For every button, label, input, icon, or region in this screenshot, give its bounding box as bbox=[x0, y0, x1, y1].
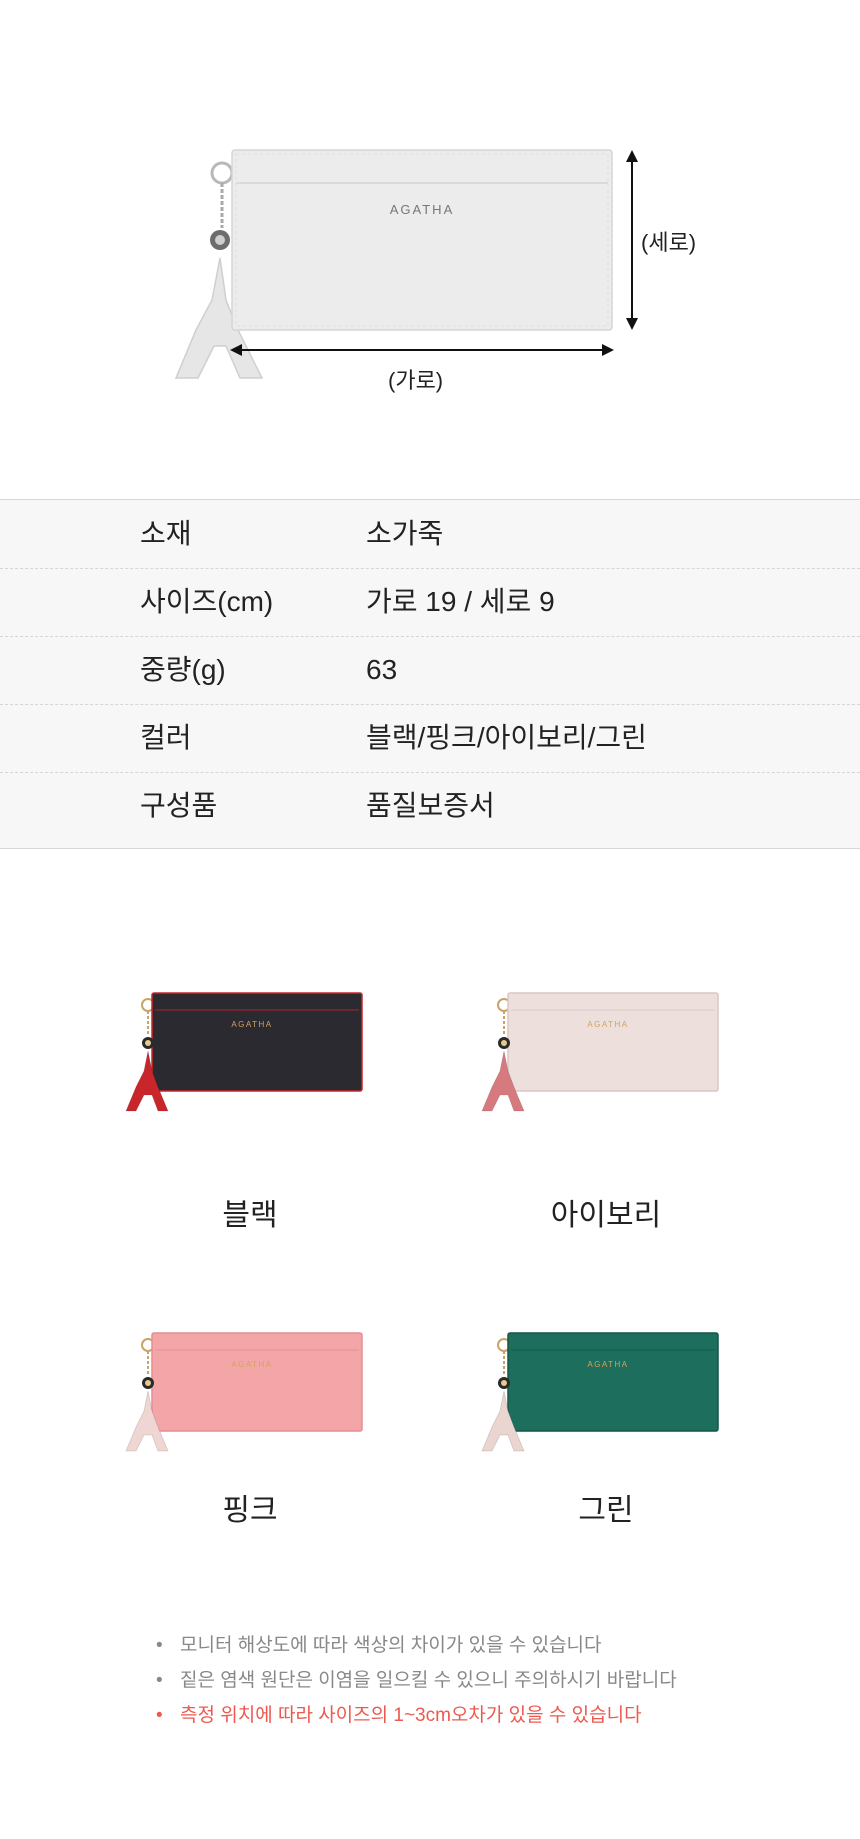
variant-ivory: AGATHA 아이보리 bbox=[456, 975, 756, 1235]
svg-text:AGATHA: AGATHA bbox=[587, 1360, 628, 1369]
bullet-icon: • bbox=[156, 1705, 163, 1726]
spec-label: 컬러 bbox=[140, 722, 192, 753]
spec-row-weight: 중량(g) 63 bbox=[0, 636, 860, 704]
svg-text:AGATHA: AGATHA bbox=[231, 1020, 272, 1029]
height-label: (세로) bbox=[641, 230, 697, 255]
spec-value: 63 bbox=[366, 654, 398, 685]
svg-text:AGATHA: AGATHA bbox=[587, 1020, 628, 1029]
notice-item: • 모니터 해상도에 따라 색상의 차이가 있을 수 있습니다 bbox=[156, 1630, 602, 1657]
svg-text:AGATHA: AGATHA bbox=[231, 1360, 272, 1369]
spec-row-material: 소재 소가죽 bbox=[0, 500, 860, 568]
spec-label: 사이즈(cm) bbox=[140, 586, 274, 617]
variant-name: 블랙 bbox=[222, 1199, 278, 1232]
size-diagram: AGATHA (세로) (가로) bbox=[0, 0, 860, 500]
wallet-diagram-image: AGATHA bbox=[174, 149, 638, 379]
wallet-logo: AGATHA bbox=[390, 202, 455, 217]
spec-label: 구성품 bbox=[140, 790, 218, 821]
wallet-image-green: AGATHA bbox=[481, 1332, 719, 1452]
notice-item: • 짙은 염색 원단은 이염을 일으킬 수 있으니 주의하시기 바랍니다 bbox=[156, 1665, 677, 1692]
spec-row-components: 구성품 품질보증서 bbox=[0, 772, 860, 840]
bullet-icon: • bbox=[156, 1670, 163, 1691]
notice-text: 짙은 염색 원단은 이염을 일으킬 수 있으니 주의하시기 바랍니다 bbox=[180, 1670, 677, 1691]
spec-value: 품질보증서 bbox=[366, 790, 495, 821]
variant-pink: AGATHA 핑크 bbox=[100, 1315, 400, 1555]
spec-value: 블랙/핑크/아이보리/그린 bbox=[366, 722, 647, 753]
variant-black: AGATHA 블랙 bbox=[100, 975, 400, 1235]
spec-row-size: 사이즈(cm) 가로 19 / 세로 9 bbox=[0, 568, 860, 636]
width-label: (가로) bbox=[388, 368, 444, 393]
variant-green: AGATHA 그린 bbox=[456, 1315, 756, 1555]
variant-name: 핑크 bbox=[222, 1494, 278, 1527]
spec-row-color: 컬러 블랙/핑크/아이보리/그린 bbox=[0, 704, 860, 772]
notice-item-highlight: • 측정 위치에 따라 사이즈의 1~3cm오차가 있을 수 있습니다 bbox=[156, 1700, 642, 1727]
spec-label: 소재 bbox=[140, 518, 192, 549]
wallet-image-black: AGATHA bbox=[125, 992, 363, 1112]
variant-name: 그린 bbox=[578, 1494, 634, 1527]
spec-table: 소재 소가죽 사이즈(cm) 가로 19 / 세로 9 중량(g) 63 컬러 … bbox=[0, 499, 860, 849]
notice-text: 모니터 해상도에 따라 색상의 차이가 있을 수 있습니다 bbox=[180, 1635, 602, 1656]
wallet-image-pink: AGATHA bbox=[125, 1332, 363, 1452]
notice-text: 측정 위치에 따라 사이즈의 1~3cm오차가 있을 수 있습니다 bbox=[180, 1705, 642, 1726]
spec-label: 중량(g) bbox=[140, 654, 226, 685]
bullet-icon: • bbox=[156, 1635, 163, 1656]
spec-value: 소가죽 bbox=[366, 518, 444, 549]
spec-value: 가로 19 / 세로 9 bbox=[366, 586, 555, 617]
wallet-image-ivory: AGATHA bbox=[481, 992, 719, 1112]
variant-name: 아이보리 bbox=[550, 1199, 662, 1232]
